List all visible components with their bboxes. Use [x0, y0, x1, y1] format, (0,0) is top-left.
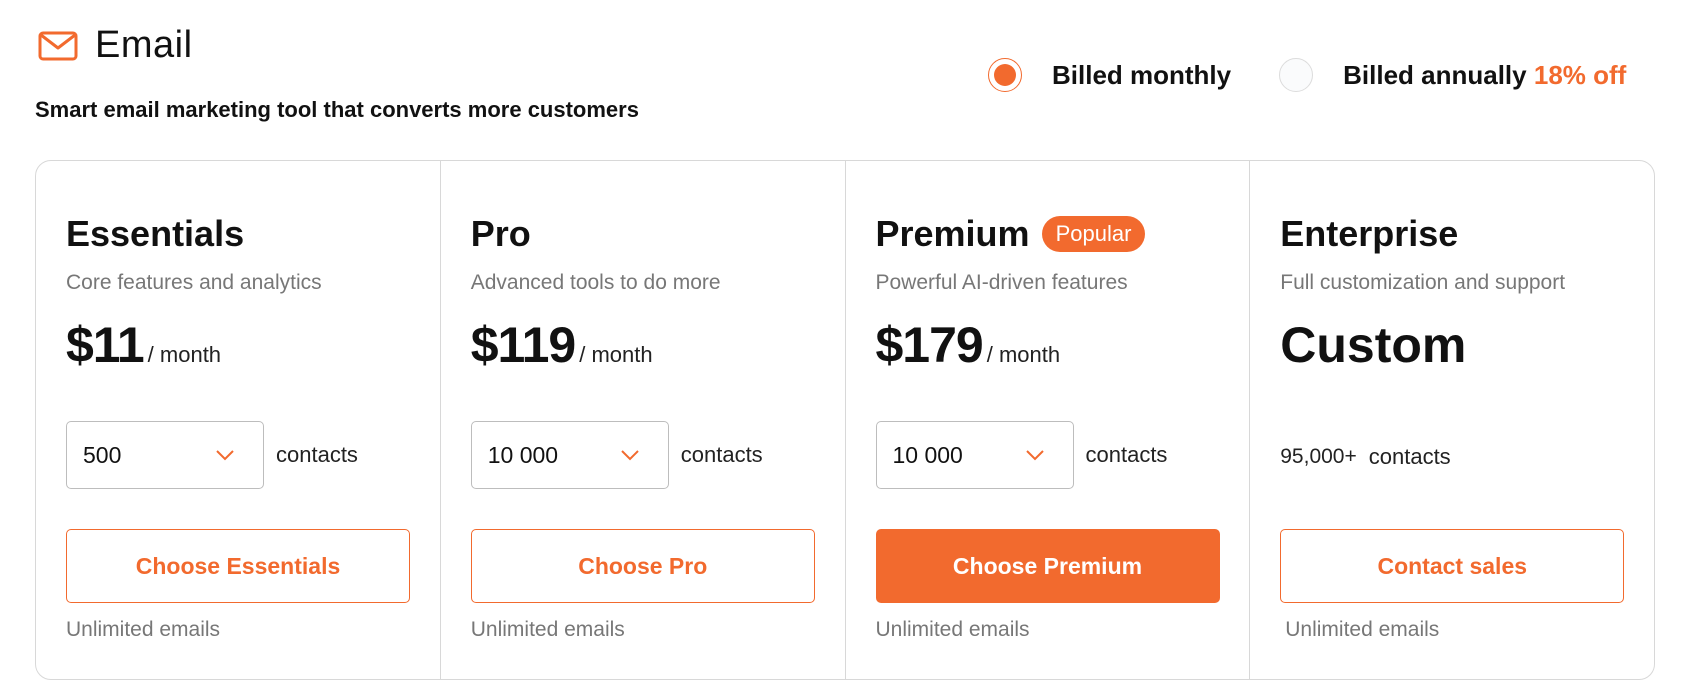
choose-pro-button[interactable]: Choose Pro	[470, 529, 815, 603]
plan-name: Pro	[470, 213, 531, 254]
contacts-select[interactable]: 10 000	[875, 421, 1074, 489]
feature-item: Unlimited emails	[875, 618, 1030, 641]
price-custom: Custom	[1280, 317, 1467, 373]
chevron-down-icon	[1025, 450, 1044, 461]
price-amount: $119	[470, 317, 576, 373]
plan-price: $179 / month	[876, 316, 1061, 374]
contacts-label: contacts	[1085, 442, 1168, 467]
price-period: / month	[579, 342, 653, 367]
billing-annually-label: Billed annually 18% off	[1343, 59, 1627, 90]
popular-badge: Popular	[1041, 216, 1146, 252]
feature-item: Unlimited emails	[66, 618, 221, 641]
billing-toggle: Billed monthly Billed annually 18% off	[988, 58, 1626, 92]
page-subtitle: Smart email marketing tool that converts…	[35, 97, 639, 122]
section-header: Email	[38, 24, 193, 67]
contact-sales-button[interactable]: Contact sales	[1280, 529, 1625, 603]
mail-icon	[38, 31, 78, 60]
page-title: Email	[95, 24, 193, 66]
choose-premium-button[interactable]: Choose Premium	[875, 529, 1220, 603]
plan-name: Essentials	[66, 213, 245, 254]
contacts-label: contacts	[680, 442, 763, 467]
choose-essentials-button[interactable]: Choose Essentials	[66, 529, 410, 603]
plan-price: Custom	[1280, 316, 1466, 374]
plan-card-pro: Pro Advanced tools to do more $119 / mon…	[441, 161, 846, 679]
plan-description: Advanced tools to do more	[470, 271, 721, 294]
radio-unchecked-icon[interactable]	[1279, 58, 1314, 92]
pricing-plans: Essentials Core features and analytics $…	[35, 160, 1655, 680]
plan-card-essentials: Essentials Core features and analytics $…	[36, 161, 441, 679]
chevron-down-icon	[621, 450, 639, 461]
price-period: / month	[147, 342, 222, 367]
price-amount: $11	[66, 317, 145, 373]
contacts-select-value: 10 000	[487, 441, 559, 468]
plan-name: Enterprise	[1280, 213, 1459, 254]
plan-price: $119 / month	[471, 316, 653, 374]
contacts-select[interactable]: 500	[66, 421, 264, 489]
feature-item: Unlimited emails	[470, 618, 625, 641]
billing-annually-option[interactable]: Billed annually 18% off	[1279, 58, 1626, 92]
price-period: / month	[986, 342, 1061, 367]
plan-description: Powerful AI-driven features	[875, 271, 1128, 294]
chevron-down-icon	[216, 450, 234, 461]
discount-badge: 18% off	[1533, 59, 1627, 90]
billing-monthly-label: Billed monthly	[1052, 59, 1232, 90]
billing-monthly-option[interactable]: Billed monthly	[988, 58, 1231, 92]
plan-price: $11 / month	[66, 316, 221, 374]
price-amount: $179	[875, 317, 984, 373]
plan-card-enterprise: Enterprise Full customization and suppor…	[1250, 161, 1654, 679]
contacts-select-value: 10 000	[892, 441, 963, 468]
contacts-label: contacts	[276, 442, 358, 467]
contacts-select[interactable]: 10 000	[470, 421, 669, 489]
contacts-label: contacts	[1368, 444, 1451, 469]
plan-card-premium: Premium Popular Powerful AI-driven featu…	[846, 161, 1251, 679]
contacts-select-value: 500	[83, 441, 122, 468]
plan-description: Full customization and support	[1280, 271, 1566, 294]
radio-checked-icon[interactable]	[988, 58, 1022, 92]
feature-item: Unlimited emails	[1285, 618, 1440, 641]
contacts-count: 95,000+	[1280, 445, 1357, 468]
plan-name: Premium	[875, 213, 1030, 254]
plan-description: Core features and analytics	[66, 271, 322, 294]
